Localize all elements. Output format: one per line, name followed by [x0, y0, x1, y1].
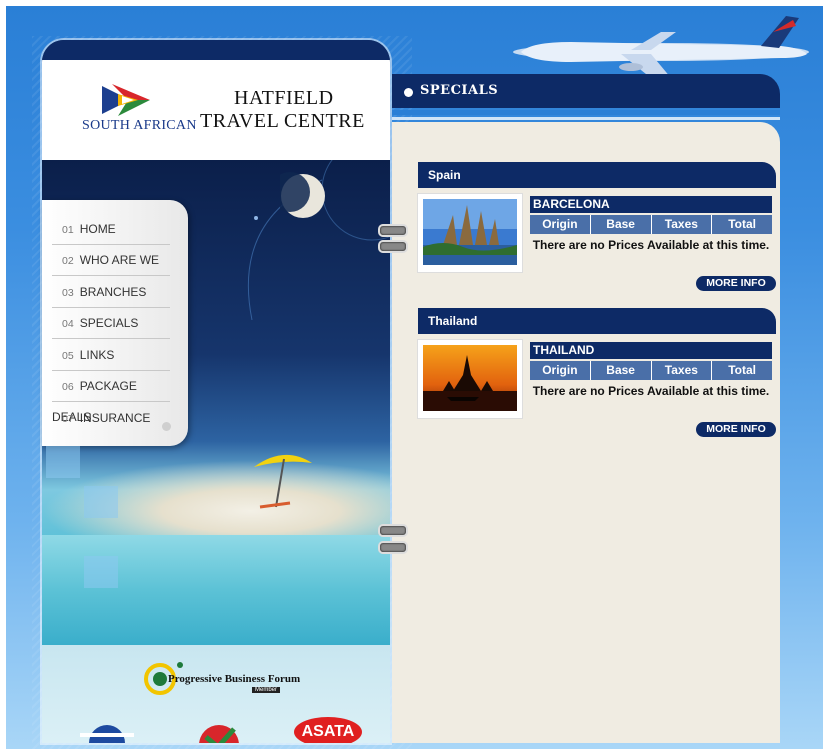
water	[42, 535, 390, 645]
nav-item-specials[interactable]: 04 SPECIALS	[52, 308, 170, 339]
main-nav: 01 HOME 02 WHO ARE WE 03 BRANCHES 04 SPECIAL…	[42, 200, 188, 446]
agency-name-line2: TRAVEL CENTRE	[200, 110, 365, 132]
column-taxes: Taxes	[650, 215, 712, 234]
nav-label: LINKS	[79, 348, 115, 362]
pbf-member-label: Member	[252, 687, 281, 693]
nav-label: INSURANCE	[79, 411, 151, 425]
airline-name: SOUTH AFRICAN	[82, 118, 197, 133]
nav-number: 02	[62, 255, 74, 267]
specials-header: SPECIALS	[392, 74, 780, 108]
city-name: BARCELONA	[533, 197, 610, 211]
iata-logo-icon	[80, 725, 134, 743]
binder-ring-icon	[378, 541, 408, 554]
nav-number: 07	[62, 413, 74, 425]
section-title: SPECIALS	[420, 83, 499, 98]
nav-label: SPECIALS	[79, 316, 139, 330]
temple-sunset-image	[423, 345, 517, 411]
nav-item-package-deals[interactable]: 06 PACKAGE DEALS	[52, 371, 170, 424]
header-stripe-light	[392, 117, 780, 120]
nav-item-links[interactable]: 05 LINKS	[52, 340, 170, 371]
city-bar-barcelona: BARCELONA	[530, 196, 772, 213]
sagrada-familia-image	[423, 199, 517, 265]
city-bar-thailand: THAILAND	[530, 342, 772, 359]
bullet-icon	[404, 88, 413, 97]
more-info-button[interactable]: MORE INFO	[696, 276, 776, 291]
left-panel-topbar	[42, 40, 390, 60]
price-table-header: Origin Base Taxes Total	[530, 361, 772, 380]
barcelona-photo[interactable]	[418, 194, 522, 272]
column-total: Total	[711, 361, 772, 380]
city-name: THAILAND	[533, 343, 595, 357]
no-prices-message: There are no Prices Available at this ti…	[532, 238, 770, 252]
nav-number: 03	[62, 287, 74, 299]
nav-item-branches[interactable]: 03 BRANCHES	[52, 277, 170, 308]
south-african-airways-logo-icon	[102, 84, 150, 116]
column-origin: Origin	[530, 361, 590, 380]
nav-number: 06	[62, 381, 74, 393]
beach-umbrella-icon	[254, 454, 312, 509]
binder-ring-icon	[378, 524, 408, 537]
column-base: Base	[589, 215, 651, 234]
pbf-label: Progressive Business Forum	[168, 673, 301, 685]
proudly-south-african-logo-icon	[199, 725, 239, 743]
nav-number: 04	[62, 318, 74, 330]
nav-label: BRANCHES	[79, 285, 147, 299]
nav-decoration-dot	[162, 422, 171, 431]
logo-area: SOUTH AFRICAN HATFIELD TRAVEL CENTRE	[42, 60, 390, 160]
price-table-header: Origin Base Taxes Total	[530, 215, 772, 234]
nav-item-insurance[interactable]: 07 INSURANCE	[52, 403, 170, 433]
column-total: Total	[711, 215, 772, 234]
binder-ring-icon	[378, 224, 408, 237]
destination-bar-spain: Spain	[418, 162, 776, 188]
nav-label: HOME	[79, 222, 116, 236]
no-prices-message: There are no Prices Available at this ti…	[532, 384, 770, 398]
column-base: Base	[589, 361, 651, 380]
nav-item-home[interactable]: 01 HOME	[52, 214, 170, 245]
nav-label: WHO ARE WE	[79, 253, 160, 267]
agency-name-line1: HATFIELD	[234, 87, 334, 109]
nav-item-who-are-we[interactable]: 02 WHO ARE WE	[52, 245, 170, 276]
destination-country: Thailand	[428, 314, 478, 328]
binder-ring-icon	[378, 240, 408, 253]
column-origin: Origin	[530, 215, 590, 234]
moon-icon	[280, 172, 325, 218]
more-info-button[interactable]: MORE INFO	[696, 422, 776, 437]
destination-country: Spain	[428, 168, 461, 182]
asata-logo: ASATA	[294, 717, 362, 743]
destination-bar-thailand: Thailand	[418, 308, 776, 334]
column-taxes: Taxes	[650, 361, 712, 380]
thailand-photo[interactable]	[418, 340, 522, 418]
partners-area: Progressive Business Forum Member ASATA	[42, 645, 390, 743]
page-background: SPECIALS SOUTH AFRICAN HATFIELD TRAVEL C…	[6, 6, 823, 749]
nav-number: 01	[62, 224, 74, 236]
header-stripe	[392, 110, 780, 115]
nav-number: 05	[62, 350, 74, 362]
